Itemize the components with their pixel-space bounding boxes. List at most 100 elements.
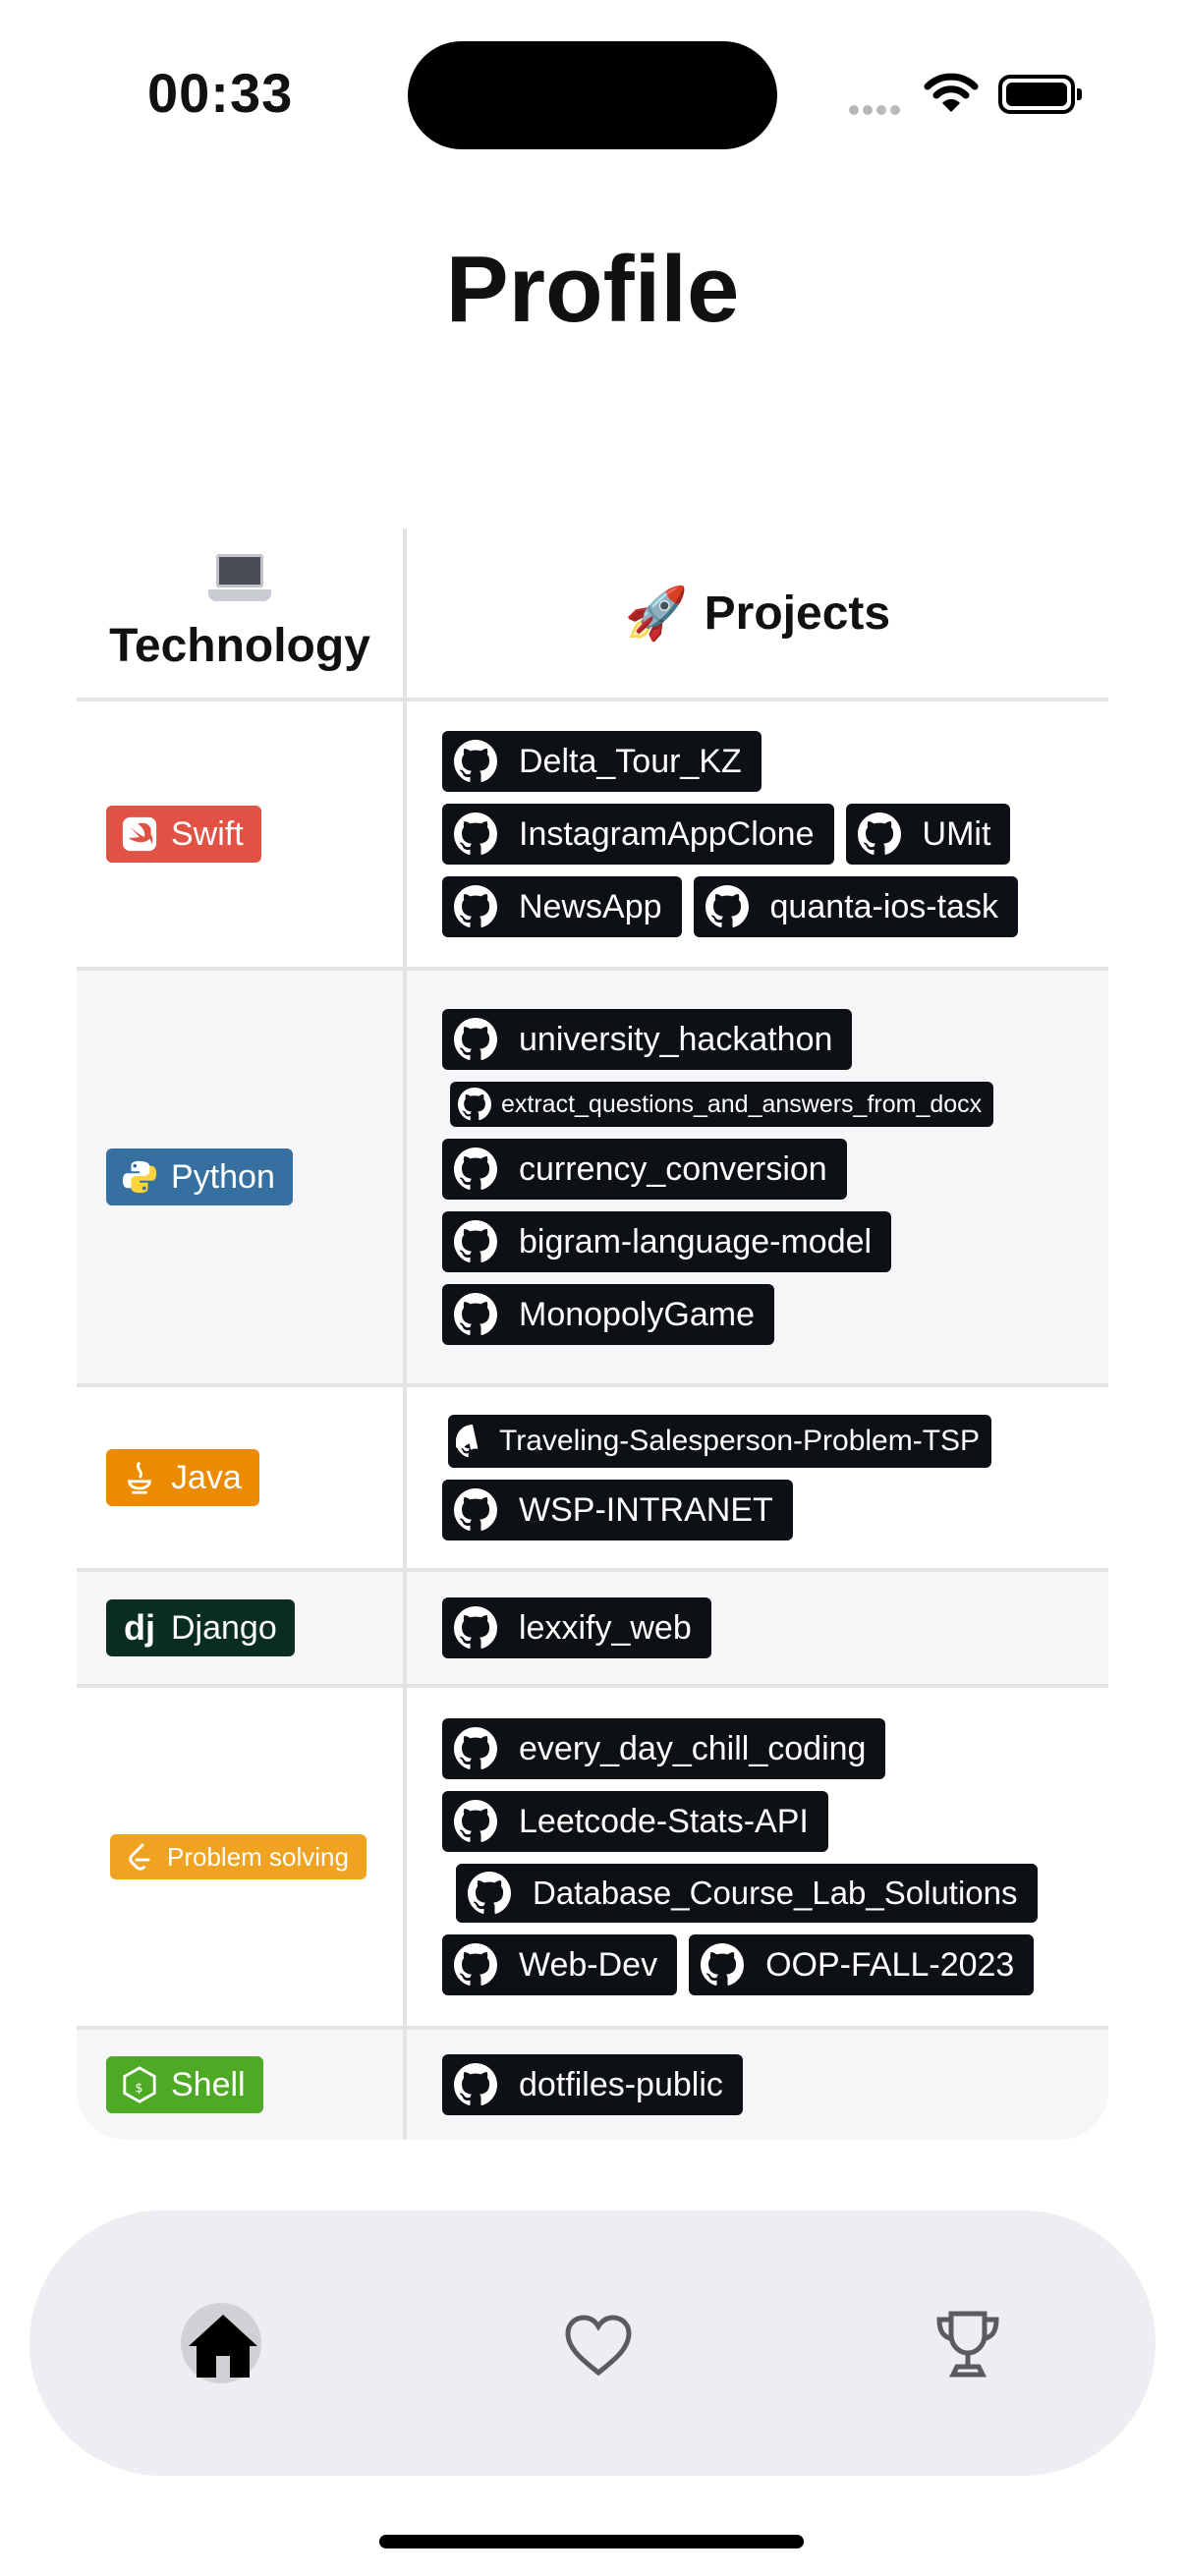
github-icon [454, 1488, 497, 1532]
project-name: Leetcode-Stats-API [519, 1802, 809, 1840]
github-icon [454, 740, 497, 783]
project-chip[interactable]: Database_Course_Lab_Solutions [456, 1864, 1038, 1923]
tech-badge-problem-solving[interactable]: Problem solving [110, 1834, 367, 1879]
dynamic-island [408, 41, 777, 149]
project-chip[interactable]: extract_questions_and_answers_from_docx [450, 1082, 994, 1127]
project-chip[interactable]: quanta-ios-task [693, 876, 1018, 937]
project-chip[interactable]: OOP-FALL-2023 [689, 1934, 1035, 1995]
tech-cell: Problem solving [77, 1688, 407, 2026]
project-name: lexxify_web [519, 1608, 692, 1647]
project-name: every_day_chill_coding [519, 1729, 867, 1767]
tab-home[interactable] [179, 2301, 267, 2389]
tech-cell: Swift [77, 701, 407, 967]
project-chip[interactable]: Traveling-Salesperson-Problem-TSP [448, 1415, 992, 1468]
github-icon [468, 1872, 511, 1915]
status-time: 00:33 [147, 62, 294, 124]
wifi-icon [924, 73, 979, 112]
rocket-icon: 🚀 [624, 585, 689, 643]
shell-icon: $ [120, 2065, 159, 2104]
tech-cell: $ Shell [77, 2030, 407, 2140]
projects-cell: university_hackathon extract_questions_a… [407, 971, 1108, 1383]
project-name: currency_conversion [519, 1149, 827, 1188]
home-icon [189, 2315, 257, 2378]
github-icon [454, 812, 497, 856]
technology-header: Technology [77, 529, 407, 698]
tech-cell: Python [77, 971, 407, 1383]
table-row: Swift Delta_Tour_KZ InstagramAppClone UM… [77, 701, 1108, 971]
project-chip[interactable]: InstagramAppClone [442, 804, 834, 865]
project-name: extract_questions_and_answers_from_docx [501, 1090, 983, 1118]
swift-icon [120, 814, 159, 854]
github-icon [701, 1943, 745, 1987]
java-icon [120, 1458, 159, 1497]
project-chip[interactable]: UMit [845, 804, 1011, 865]
project-chip[interactable]: university_hackathon [442, 1009, 853, 1070]
svg-text:$: $ [135, 2082, 142, 2097]
technology-header-label: Technology [109, 619, 370, 672]
project-chip[interactable]: Delta_Tour_KZ [442, 731, 762, 792]
project-chip[interactable]: lexxify_web [442, 1597, 711, 1658]
project-name: NewsApp [519, 887, 662, 925]
heart-icon [565, 2315, 632, 2377]
project-name: OOP-FALL-2023 [765, 1945, 1015, 1984]
leetcode-icon [124, 1841, 155, 1873]
projects-cell: Delta_Tour_KZ InstagramAppClone UMit New… [407, 701, 1108, 967]
battery-icon [998, 75, 1082, 114]
project-name: Web-Dev [519, 1945, 658, 1984]
github-icon [456, 1425, 489, 1458]
project-name: Database_Course_Lab_Solutions [533, 1875, 1018, 1911]
project-chip[interactable]: NewsApp [442, 876, 682, 937]
tech-badge-swift[interactable]: Swift [106, 806, 261, 863]
project-chip[interactable]: WSP-INTRANET [442, 1480, 793, 1540]
django-icon: dj [124, 1607, 155, 1648]
project-name: UMit [922, 814, 991, 853]
projects-cell: every_day_chill_coding Leetcode-Stats-AP… [407, 1688, 1108, 2026]
github-icon [454, 1220, 497, 1263]
project-name: quanta-ios-task [769, 887, 998, 925]
tech-badge-django[interactable]: dj Django [106, 1599, 295, 1656]
projects-cell: dotfiles-public [407, 2030, 1108, 2140]
cellular-signal-icon [849, 102, 904, 120]
github-icon [454, 1293, 497, 1336]
github-icon [458, 1088, 491, 1121]
projects-header-label: Projects [704, 587, 891, 640]
table-row: Python university_hackathon extract_ques… [77, 971, 1108, 1387]
tech-cell: Java [77, 1387, 407, 1568]
project-chip[interactable]: MonopolyGame [442, 1284, 775, 1345]
github-icon [454, 2063, 497, 2106]
github-icon [705, 885, 749, 928]
table-header: Technology 🚀 Projects [77, 529, 1108, 701]
project-name: Delta_Tour_KZ [519, 742, 742, 780]
home-indicator [379, 2535, 804, 2548]
project-chip[interactable]: currency_conversion [442, 1139, 847, 1200]
project-chip[interactable]: Web-Dev [442, 1934, 678, 1995]
tab-favorites[interactable] [554, 2301, 643, 2389]
tab-achievements[interactable] [924, 2301, 1012, 2389]
table-row: Problem solving every_day_chill_coding L… [77, 1688, 1108, 2030]
tech-badge-java[interactable]: Java [106, 1449, 259, 1506]
project-chip[interactable]: every_day_chill_coding [442, 1718, 886, 1779]
tech-label: Java [171, 1458, 242, 1496]
table-row: Java Traveling-Salesperson-Problem-TSP W… [77, 1387, 1108, 1572]
projects-header: 🚀 Projects [407, 529, 1108, 698]
trophy-icon [936, 2311, 999, 2378]
python-icon [120, 1157, 159, 1197]
tech-label: Problem solving [167, 1841, 349, 1872]
project-chip[interactable]: Leetcode-Stats-API [442, 1791, 828, 1852]
tech-label: Django [171, 1608, 277, 1647]
table-row: $ Shell dotfiles-public [77, 2030, 1108, 2140]
github-icon [454, 1800, 497, 1843]
project-chip[interactable]: dotfiles-public [442, 2054, 743, 2115]
tech-label: Swift [171, 814, 244, 853]
project-name: InstagramAppClone [519, 814, 815, 853]
laptop-icon [208, 553, 271, 609]
tech-badge-shell[interactable]: $ Shell [106, 2056, 263, 2113]
tech-badge-python[interactable]: Python [106, 1148, 293, 1205]
github-icon [454, 1943, 497, 1987]
github-icon [454, 885, 497, 928]
tech-label: Python [171, 1157, 275, 1196]
project-chip[interactable]: bigram-language-model [442, 1211, 892, 1272]
tech-cell: dj Django [77, 1572, 407, 1684]
page-title: Profile [445, 237, 740, 342]
tab-bar [29, 2211, 1156, 2476]
